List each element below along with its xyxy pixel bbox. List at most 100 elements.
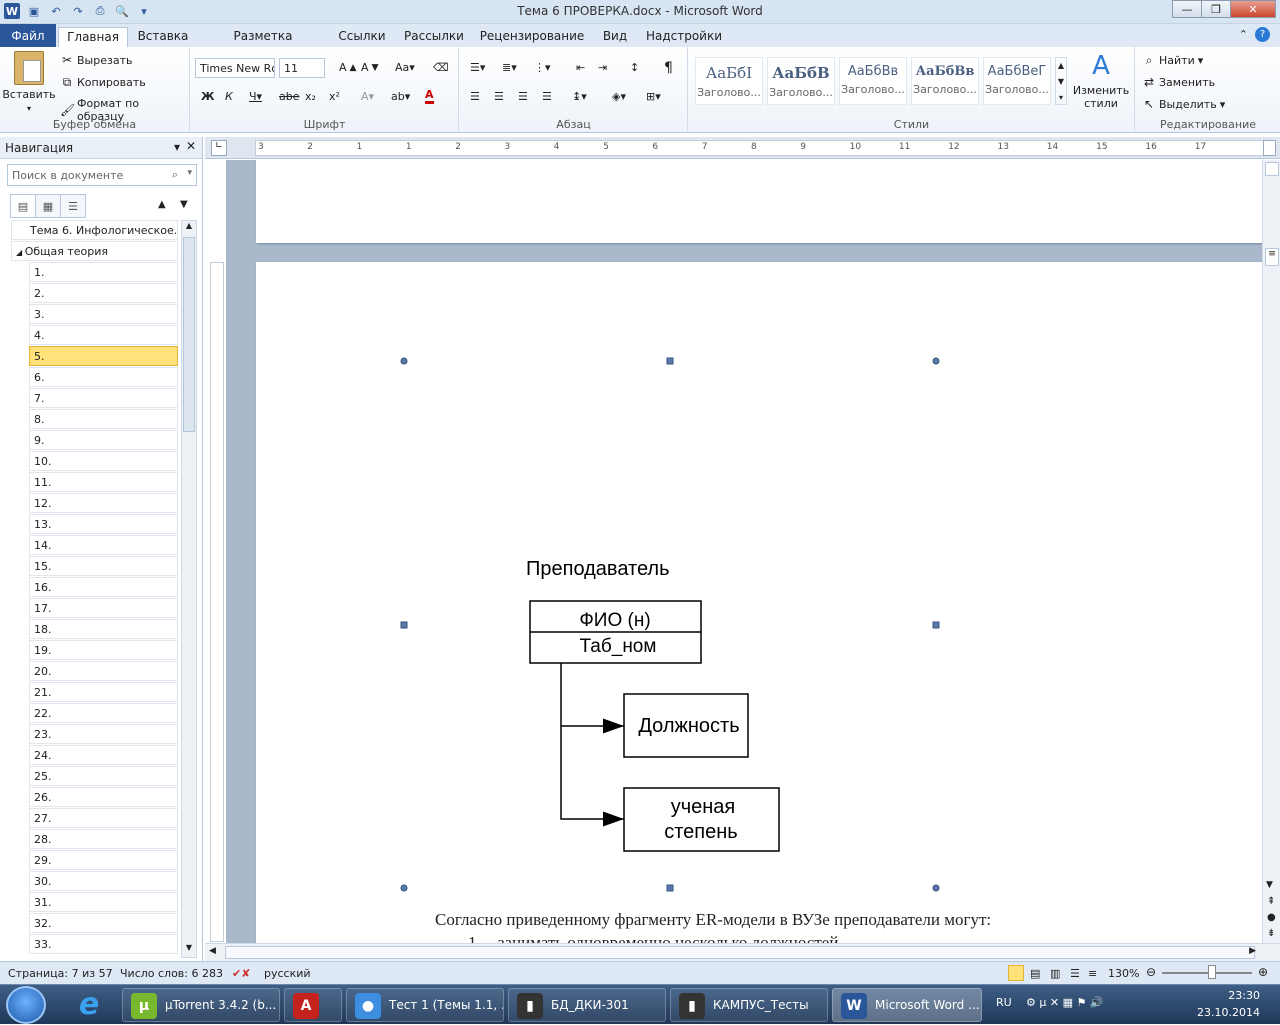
nav-heading-item[interactable]: 14. [29, 535, 178, 555]
bullets-icon[interactable]: ☰▾ [470, 61, 485, 74]
nav-heading-item[interactable]: 20. [29, 661, 178, 681]
nav-scroll-thumb[interactable] [183, 237, 195, 432]
print-layout-icon[interactable] [1008, 965, 1024, 981]
nav-next-icon[interactable]: ▼ [180, 199, 188, 210]
scroll-right-icon[interactable]: ▶ [1249, 946, 1256, 956]
language-indicator[interactable]: RU [996, 996, 1012, 1009]
headings-view-icon[interactable]: ▤ [10, 194, 36, 218]
nav-heading-item[interactable]: 18. [29, 619, 178, 639]
minimize-ribbon-icon[interactable]: ⌃ [1239, 28, 1248, 41]
h-scroll-thumb[interactable] [225, 946, 1255, 959]
font-color-icon[interactable]: A [425, 88, 434, 104]
text-effects-icon[interactable]: A▾ [361, 90, 374, 103]
tab-addins[interactable]: Надстройки [644, 27, 724, 47]
er-diagram[interactable]: Преподаватель ФИО (н) Таб_ном Должность … [256, 262, 1262, 943]
tab-home[interactable]: Главная [58, 27, 128, 47]
nav-heading-item[interactable]: ◢ Общая теория [11, 241, 178, 261]
align-right-icon[interactable]: ☰ [518, 90, 528, 103]
highlight-icon[interactable]: ab▾ [391, 90, 410, 103]
clock-date[interactable]: 23.10.2014 [1197, 1006, 1260, 1019]
nav-heading-item[interactable]: 25. [29, 766, 178, 786]
tab-insert[interactable]: Вставка [134, 27, 192, 47]
style-heading3[interactable]: АаБбВв Заголово... [839, 57, 907, 105]
font-name-combo[interactable]: Times New Rc [195, 58, 275, 78]
nav-close-icon[interactable]: ✕ [186, 139, 196, 153]
nav-heading-item[interactable]: 23. [29, 724, 178, 744]
draft-view-icon[interactable]: ≡ [1088, 967, 1097, 980]
pilcrow-icon[interactable]: ¶ [664, 60, 673, 76]
numbering-icon[interactable]: ≣▾ [502, 61, 517, 74]
tab-mailings[interactable]: Рассылки [401, 27, 467, 47]
nav-heading-item[interactable]: 5. [29, 346, 178, 366]
tab-review[interactable]: Рецензирование [478, 27, 586, 47]
replace-button[interactable]: ⇄ Заменить [1142, 75, 1215, 89]
style-heading5[interactable]: АаБбВеГ Заголово... [983, 57, 1051, 105]
spellcheck-icon[interactable]: ✔✘ [232, 967, 250, 980]
taskbar-item[interactable]: ▮ БД_ДКИ-301 [508, 988, 666, 1022]
nav-heading-item[interactable]: 2. [29, 283, 178, 303]
justify-icon[interactable]: ☰ [542, 90, 552, 103]
results-view-icon[interactable]: ☰ [60, 194, 86, 218]
nav-heading-item[interactable]: Тема 6. Инфологическое... [11, 220, 178, 240]
shading-icon[interactable]: ◈▾ [612, 90, 626, 103]
cut-button[interactable]: ✂ Вырезать [60, 53, 133, 67]
nav-scrollbar[interactable]: ▲ ▼ [181, 220, 197, 958]
align-left-icon[interactable]: ☰ [470, 90, 480, 103]
tab-references[interactable]: Ссылки [334, 27, 390, 47]
style-heading1[interactable]: АаБбІ Заголово... [695, 57, 763, 105]
align-center-icon[interactable]: ☰ [494, 90, 504, 103]
find-button[interactable]: ⌕ Найти ▾ [1142, 53, 1204, 67]
copy-button[interactable]: ⧉ Копировать [60, 75, 146, 89]
language-label[interactable]: русский [264, 967, 311, 980]
tab-selector-icon[interactable]: ∟ [211, 140, 227, 156]
nav-heading-item[interactable]: 27. [29, 808, 178, 828]
nav-heading-item[interactable]: 33. [29, 934, 178, 954]
borders-icon[interactable]: ⊞▾ [646, 90, 661, 103]
clear-format-icon[interactable]: ⌫ [433, 61, 449, 74]
subscript-icon[interactable]: x₂ [305, 90, 316, 103]
nav-heading-item[interactable]: 1. [29, 262, 178, 282]
tab-page-layout[interactable]: Разметка страницы [203, 27, 323, 57]
web-layout-icon[interactable]: ▥ [1050, 967, 1060, 980]
tab-file[interactable]: Файл [0, 24, 56, 47]
view-ruler-icon[interactable] [1263, 140, 1276, 156]
tray-app-icons[interactable]: ⚙ µ ✕ ▦ ⚑ 🔊 [1026, 996, 1104, 1009]
browse-object-icon[interactable]: ● [1267, 912, 1276, 923]
nav-heading-item[interactable]: 11. [29, 472, 178, 492]
bold-icon[interactable]: Ж [201, 90, 214, 103]
font-size-combo[interactable]: 11 [279, 58, 325, 78]
tab-view[interactable]: Вид [597, 27, 633, 47]
nav-heading-item[interactable]: 7. [29, 388, 178, 408]
zoom-slider[interactable] [1162, 972, 1252, 974]
scroll-up-icon[interactable]: ▲ [182, 221, 196, 235]
taskbar-item[interactable]: µ µTorrent 3.4.2 (b... [122, 988, 280, 1022]
nav-heading-item[interactable]: 28. [29, 829, 178, 849]
nav-search-input[interactable]: Поиск в документе ⌕ ▾ [7, 164, 197, 186]
clock-time[interactable]: 23:30 [1228, 989, 1260, 1002]
maximize-button[interactable]: ❐ [1201, 0, 1231, 18]
full-screen-icon[interactable]: ▤ [1030, 967, 1040, 980]
doc-scroll-thumb[interactable]: ≡ [1265, 248, 1279, 266]
nav-heading-item[interactable]: 10. [29, 451, 178, 471]
nav-heading-item[interactable]: 32. [29, 913, 178, 933]
taskbar-item[interactable]: A [284, 988, 342, 1022]
horizontal-ruler[interactable]: 3 2 1 1 2 3 4 5 6 7 8 9 10 11 12 13 14 15 16 17 [255, 140, 1265, 156]
minimize-button[interactable]: — [1172, 0, 1202, 18]
shrink-font-icon[interactable]: A ▼ [361, 61, 379, 74]
style-heading2[interactable]: АаБбВ Заголово... [767, 57, 835, 105]
style-heading4[interactable]: АаБбВв Заголово... [911, 57, 979, 105]
nav-heading-item[interactable]: 19. [29, 640, 178, 660]
select-button[interactable]: ↖ Выделить ▾ [1142, 97, 1225, 111]
italic-icon[interactable]: К [225, 90, 233, 103]
sort-icon[interactable]: ↕ [630, 61, 639, 74]
document-vertical-scrollbar[interactable]: ≡ ▼ ⇞ ● ⇟ [1262, 160, 1280, 943]
document-area[interactable]: Преподаватель ФИО (н) Таб_ном Должность … [226, 160, 1262, 943]
increase-indent-icon[interactable]: ⇥ [598, 61, 607, 74]
zoom-out-icon[interactable]: ⊖ [1146, 965, 1156, 979]
search-options-icon[interactable]: ▾ [187, 168, 192, 178]
close-button[interactable]: ✕ [1230, 0, 1276, 18]
doc-scroll-down-icon[interactable]: ▼ [1266, 880, 1273, 890]
taskbar-item[interactable]: ▮ КАМПУС_Тесты [670, 988, 828, 1022]
styles-scroll-icon[interactable]: ▲ ▼ ▾ [1055, 57, 1067, 105]
outline-view-icon[interactable]: ☰ [1070, 967, 1080, 980]
